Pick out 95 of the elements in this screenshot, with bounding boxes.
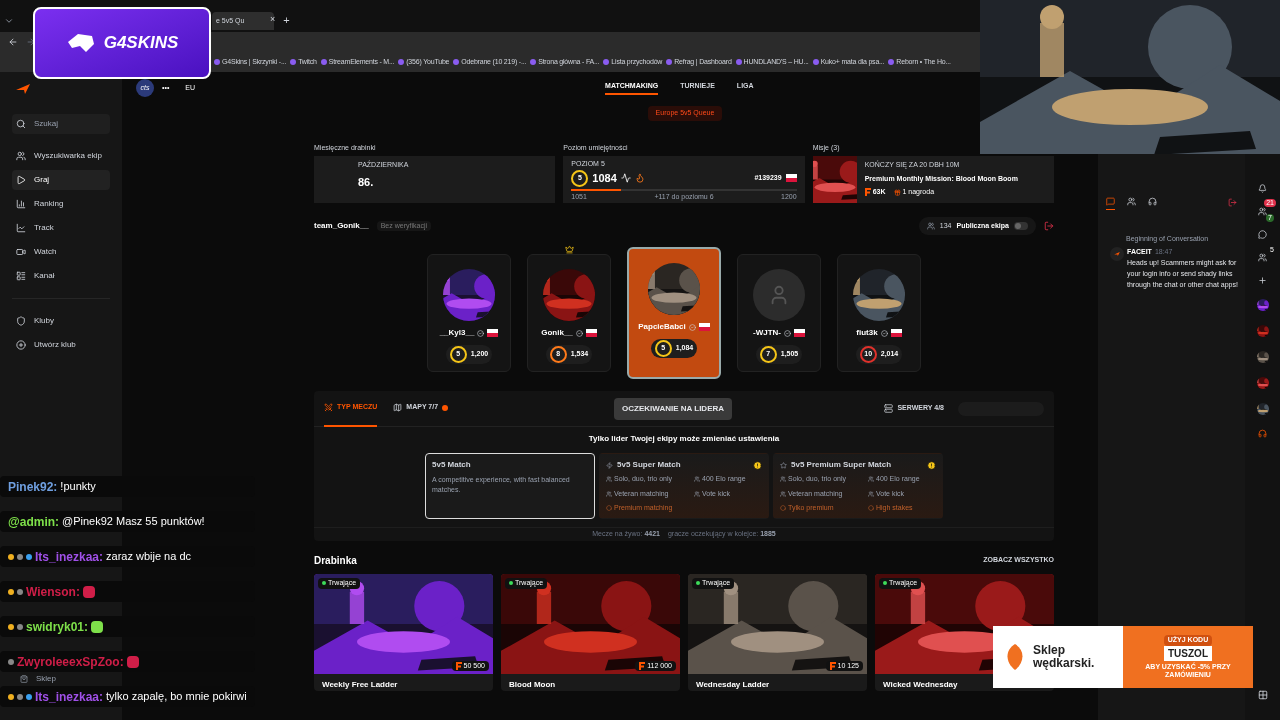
chat-text: tylko zapalę, bo mnie pokirwi: [106, 689, 247, 705]
player-name: fiut3k: [856, 327, 878, 339]
people-icon: [926, 222, 935, 230]
bar-chart-icon: [16, 199, 26, 209]
flag-icon: [794, 329, 805, 337]
bell-icon[interactable]: [1258, 184, 1267, 193]
team-name: team_Gonik__: [314, 220, 369, 232]
avatar: [1110, 246, 1124, 261]
points-icon: [639, 661, 646, 670]
flag-icon: [785, 174, 797, 182]
chat-text: zaraz wbije na dc: [106, 549, 192, 565]
sidebar-item[interactable]: Track: [12, 218, 110, 238]
player-name: PapcieBabci: [638, 321, 686, 333]
sidebar-item[interactable]: Utwórz klub: [12, 335, 110, 355]
back-icon[interactable]: [8, 37, 18, 47]
flame-icon: [634, 173, 645, 183]
new-tab-button[interactable]: +: [283, 11, 290, 28]
chat-icon[interactable]: [1258, 230, 1267, 239]
headset-icon: [1148, 197, 1157, 206]
chat-username: swidryk01:: [26, 618, 89, 636]
player-name: Gonik__: [541, 327, 573, 339]
flag-icon: [698, 323, 710, 331]
headset-icon[interactable]: [1258, 429, 1267, 438]
chat-username: @admin:: [8, 513, 60, 531]
add-icon[interactable]: [1258, 276, 1267, 285]
match-type-title: 5v5 Premium Super Match: [791, 459, 892, 471]
tab-list-icon[interactable]: [4, 16, 14, 26]
chat-text: !punkty: [60, 479, 96, 495]
friends-icon[interactable]: [1258, 207, 1267, 216]
ladder-title: Blood Moon: [508, 679, 557, 691]
party-icon[interactable]: [1258, 253, 1267, 262]
flag-icon: [585, 329, 597, 337]
people-icon: [1127, 197, 1136, 206]
points-icon: [864, 188, 871, 197]
tab-close[interactable]: ×: [270, 12, 276, 26]
server-icon: [884, 404, 894, 413]
verified-icon: [880, 329, 888, 337]
team-search-icon: [16, 151, 26, 161]
waiting-button[interactable]: OCZEKIWANIE NA LIDERA: [614, 397, 733, 420]
elo-value: 1084: [592, 170, 617, 186]
chat-tab[interactable]: [1106, 194, 1115, 210]
grid-icon[interactable]: [1257, 690, 1268, 700]
gift-icon: [893, 188, 901, 196]
sidebar-item[interactable]: Watch: [12, 242, 110, 262]
swords-icon: [324, 403, 333, 412]
bolt-icon: [606, 461, 613, 469]
sidebar-item[interactable]: Graj: [12, 170, 110, 190]
verified-icon: [784, 329, 791, 337]
player-name: __Kyl3__: [439, 327, 475, 339]
ladder-title: Weekly Free Ladder: [321, 679, 399, 691]
bag-icon: [20, 675, 28, 683]
chat-username: ZwyroleeexSpZoo:: [17, 653, 124, 671]
sidebar-item[interactable]: Kluby: [12, 311, 110, 331]
sidebar-item[interactable]: Wyszukiwarka ekip: [12, 146, 110, 166]
play-icon: [16, 175, 26, 185]
forward-icon[interactable]: [26, 37, 36, 47]
chat-text: @Pinek92 Masz 55 punktów!: [62, 514, 205, 530]
chat-username: Wienson:: [26, 583, 80, 601]
shield-icon: [16, 316, 26, 326]
video-icon: [16, 247, 26, 257]
notice-text: Tylko lider Twojej ekipy może zmieniać ustawienia: [587, 433, 781, 445]
verified-icon: [575, 329, 583, 337]
sidebar-item[interactable]: Ranking: [12, 194, 110, 214]
trend-icon: [620, 173, 631, 183]
leave-icon[interactable]: [1228, 197, 1237, 207]
ladder-title: Wednesday Ladder: [695, 679, 771, 691]
logo-overlay: G4SKINS: [33, 7, 211, 79]
chat-username: Its_inezkaa:: [35, 688, 104, 706]
match-type-title: 5v5 Super Match: [617, 459, 681, 471]
list-icon: [16, 271, 26, 281]
flag-icon: [890, 329, 902, 337]
toggle[interactable]: [1014, 222, 1028, 230]
ladder-title: Wicked Wednesday: [882, 679, 959, 691]
search-icon: [16, 119, 26, 129]
points-icon: [829, 661, 836, 670]
verified-icon: [477, 329, 485, 337]
star-icon: [780, 461, 787, 469]
chat-icon: [1106, 197, 1115, 206]
chat-username: Its_inezkaa:: [35, 548, 104, 566]
verified-icon: [688, 323, 696, 331]
logo-icon[interactable]: [16, 84, 30, 94]
line-chart-icon: [16, 223, 26, 233]
leave-icon[interactable]: [1044, 221, 1054, 231]
place-value: 86.: [358, 174, 375, 190]
player-name: -WJTN-: [753, 327, 781, 339]
map-icon: [393, 403, 403, 412]
sidebar-item[interactable]: Kanał: [12, 266, 110, 286]
match-type-title: 5v5 Match: [432, 459, 471, 471]
sidebar-item[interactable]: Sklep: [16, 674, 110, 684]
plus-circle-icon: [16, 340, 26, 350]
search-field[interactable]: Szukaj: [12, 114, 110, 134]
chat-username: Pinek92:: [8, 478, 58, 496]
flag-icon: [487, 329, 499, 337]
section-title: Drabinka: [314, 554, 357, 568]
points-icon: [455, 661, 462, 670]
